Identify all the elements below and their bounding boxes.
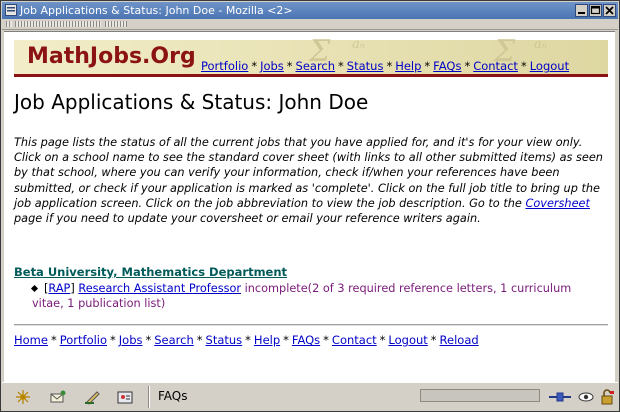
online-status-icon[interactable]	[548, 389, 572, 405]
page-content: Σ aₙ Σ aₙ MathJobs.Org Portfolio * Jobs * Se…	[4, 31, 615, 382]
school-link[interactable]: Beta University, Mathematics Department	[14, 265, 287, 279]
nav-jobs[interactable]: Jobs	[260, 59, 284, 73]
bullet-icon	[30, 284, 39, 293]
title-bar: Job Applications & Status: John Doe - Mo…	[2, 2, 618, 19]
footer-nav: Home * Portfolio * Jobs * Search * Status * Help * F…	[14, 333, 479, 347]
site-logo[interactable]: MathJobs.Org	[27, 44, 196, 69]
footer-nav-home[interactable]: Home	[14, 333, 48, 347]
divider	[14, 324, 608, 326]
nav-status[interactable]: Status	[347, 59, 384, 73]
status-bar: FAQs	[2, 382, 618, 411]
window-title: Job Applications & Status: John Doe - Mo…	[20, 4, 293, 17]
nav-logout[interactable]: Logout	[530, 59, 569, 73]
nav-faqs[interactable]: FAQs	[433, 59, 461, 73]
progress-bar	[420, 389, 540, 402]
footer-nav-faqs[interactable]: FAQs	[292, 333, 320, 347]
banner-watermark: aₙ	[352, 37, 366, 52]
footer-nav-status[interactable]: Status	[206, 333, 243, 347]
job-title-link[interactable]: Research Assistant Professor	[78, 282, 241, 295]
window-menu-icon[interactable]	[5, 4, 17, 16]
site-banner: Σ aₙ Σ aₙ MathJobs.Org Portfolio * Jobs * Se…	[14, 34, 608, 74]
toolbar-grippy[interactable]	[105, 21, 127, 27]
nav-help[interactable]: Help	[395, 59, 421, 73]
toolbar-grippy[interactable]	[15, 21, 101, 27]
banner-divider	[14, 74, 608, 77]
footer-nav-search[interactable]: Search	[154, 333, 194, 347]
footer-nav-contact[interactable]: Contact	[332, 333, 377, 347]
nav-portfolio[interactable]: Portfolio	[201, 59, 248, 73]
footer-nav-help[interactable]: Help	[254, 333, 280, 347]
composer-icon[interactable]	[84, 389, 102, 405]
navigator-icon[interactable]	[14, 389, 32, 405]
coversheet-link[interactable]: Coversheet	[525, 197, 589, 210]
toolbar-grippies	[2, 20, 618, 30]
nav-search[interactable]: Search	[296, 59, 336, 73]
minimize-button[interactable]	[575, 4, 588, 17]
page-title: Job Applications & Status: John Doe	[14, 90, 369, 114]
status-divider	[148, 386, 150, 408]
footer-nav-portfolio[interactable]: Portfolio	[60, 333, 107, 347]
privacy-icon[interactable]	[577, 389, 595, 405]
address-book-icon[interactable]	[116, 389, 134, 405]
minimize-icon	[578, 12, 585, 14]
status-text: FAQs	[158, 389, 188, 403]
footer-nav-reload[interactable]: Reload	[440, 333, 479, 347]
intro-paragraph: This page lists the status of all the cu…	[14, 136, 603, 226]
toolbar-grippy[interactable]	[6, 21, 12, 27]
security-lock-icon[interactable]	[598, 389, 616, 405]
footer-nav-jobs[interactable]: Jobs	[119, 333, 143, 347]
job-abbrev-link[interactable]: RAP	[48, 282, 70, 295]
nav-contact[interactable]: Contact	[473, 59, 518, 73]
maximize-icon	[590, 5, 601, 15]
banner-watermark: aₙ	[534, 37, 548, 52]
browser-window: Job Applications & Status: John Doe - Mo…	[0, 0, 620, 412]
close-button[interactable]	[603, 4, 616, 17]
top-nav: Portfolio * Jobs * Search * Status * Help * FAQs * C…	[201, 59, 570, 73]
close-icon	[605, 6, 614, 15]
mail-icon[interactable]	[49, 389, 67, 405]
maximize-button[interactable]	[589, 4, 602, 17]
list-item: [RAP] Research Assistant Professor incom…	[30, 282, 572, 310]
footer-nav-logout[interactable]: Logout	[388, 333, 427, 347]
